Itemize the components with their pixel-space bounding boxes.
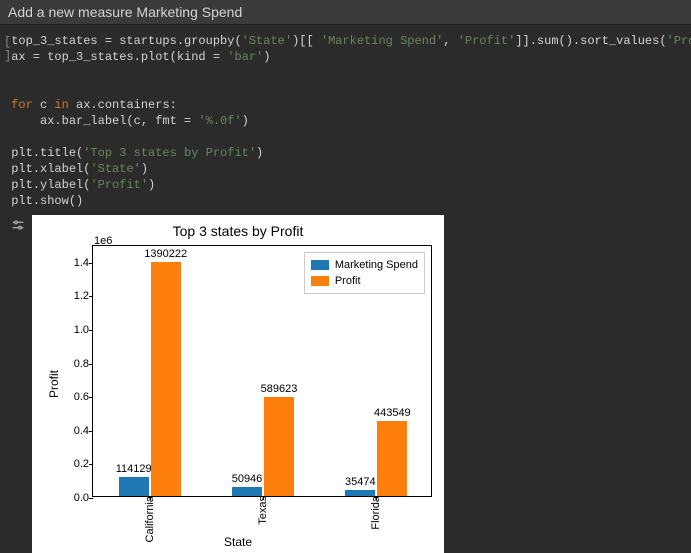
bar-value-label: 589623	[261, 383, 298, 395]
y-tick: 1.2	[61, 290, 89, 302]
chart-legend: Marketing Spend Profit	[304, 252, 425, 294]
code-text: )	[141, 162, 148, 176]
code-string: 'State'	[242, 34, 292, 48]
code-editor[interactable]: top_3_states = startups.groupby('State')…	[11, 33, 691, 209]
y-tick: 0.6	[61, 391, 89, 403]
code-cell[interactable]: [ ] top_3_states = startups.groupby('Sta…	[0, 25, 691, 211]
x-tick-label: California	[144, 496, 156, 548]
plot-area: Marketing Spend Profit 0.00.20.40.60.81.…	[92, 245, 432, 497]
cell-prompt: [ ]	[4, 33, 11, 209]
legend-swatch-orange	[311, 276, 329, 286]
bar-marketing-spend	[232, 487, 262, 496]
code-text: )	[242, 114, 249, 128]
bar-value-label: 35474	[345, 476, 376, 488]
output-row: Top 3 states by Profit 1e6 Profit State …	[0, 211, 691, 553]
y-tick: 0.4	[61, 425, 89, 437]
legend-label: Marketing Spend	[335, 257, 418, 273]
code-text: ax.bar_label(c, fmt =	[11, 114, 198, 128]
x-axis-label: State	[32, 535, 444, 549]
code-text: plt.xlabel(	[11, 162, 90, 176]
code-string: 'Profit'	[90, 178, 148, 192]
code-text: )	[148, 178, 155, 192]
y-tick: 0.8	[61, 358, 89, 370]
code-text: plt.show()	[11, 194, 83, 208]
chart-output: Top 3 states by Profit 1e6 Profit State …	[32, 215, 444, 553]
code-text: ax = top_3_states.plot(kind =	[11, 50, 227, 64]
code-string: 'Profit'	[667, 34, 691, 48]
code-string: 'Profit'	[458, 34, 516, 48]
bar-value-label: 443549	[374, 407, 411, 419]
code-text: ax.containers:	[69, 98, 177, 112]
legend-item: Profit	[311, 273, 418, 289]
bar-marketing-spend	[119, 477, 149, 496]
code-keyword: in	[54, 98, 68, 112]
y-axis-label: Profit	[47, 370, 61, 398]
code-text: c	[33, 98, 55, 112]
y-tick: 0.2	[61, 458, 89, 470]
code-text: plt.ylabel(	[11, 178, 90, 192]
code-text: top_3_states = startups.groupby(	[11, 34, 241, 48]
code-keyword: for	[11, 98, 33, 112]
code-string: 'bar'	[227, 50, 263, 64]
code-string: 'State'	[90, 162, 140, 176]
code-text: )	[256, 146, 263, 160]
code-string: 'Marketing Spend'	[321, 34, 443, 48]
y-tick: 1.4	[61, 257, 89, 269]
bar-value-label: 114129	[116, 463, 152, 475]
legend-item: Marketing Spend	[311, 257, 418, 273]
code-text: )[[	[292, 34, 321, 48]
x-tick-label: Florida	[370, 496, 382, 536]
bar-value-label: 50946	[232, 473, 263, 485]
code-text: plt.title(	[11, 146, 83, 160]
y-tick: 0.0	[61, 492, 89, 504]
bar-profit	[264, 397, 294, 496]
code-string: '%.0f'	[198, 114, 241, 128]
legend-swatch-blue	[311, 260, 329, 270]
y-tick: 1.0	[61, 324, 89, 336]
x-tick-label: Texas	[257, 496, 269, 531]
code-text: ,	[443, 34, 457, 48]
bar-profit	[377, 421, 407, 496]
settings-icon[interactable]	[10, 217, 26, 233]
header-title: Add a new measure Marketing Spend	[0, 0, 691, 25]
bar-profit	[151, 262, 181, 496]
code-text: ]].sum().sort_values(	[515, 34, 666, 48]
code-text: )	[263, 50, 270, 64]
output-gutter	[4, 215, 32, 553]
bar-value-label: 1390222	[144, 248, 187, 260]
code-string: 'Top 3 states by Profit'	[83, 146, 256, 160]
legend-label: Profit	[335, 273, 361, 289]
